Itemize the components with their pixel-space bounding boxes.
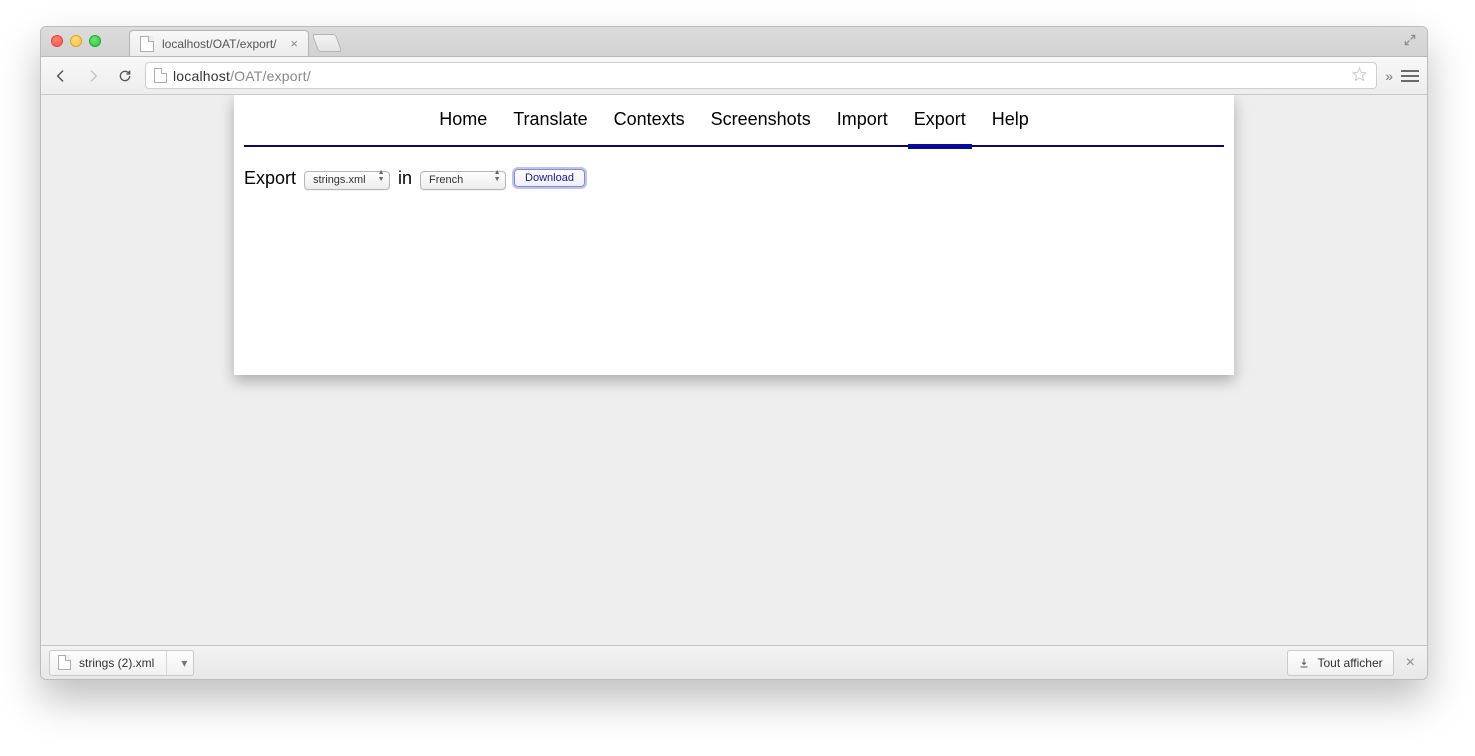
tab-strip: localhost/OAT/export/ × [41, 27, 1427, 57]
browser-tab[interactable]: localhost/OAT/export/ × [129, 30, 309, 56]
nav-item-translate[interactable]: Translate [513, 109, 587, 136]
nav-item-help[interactable]: Help [992, 109, 1029, 136]
nav-item-export[interactable]: Export [914, 109, 966, 136]
close-tab-icon[interactable]: × [290, 36, 298, 51]
back-button[interactable] [49, 64, 73, 88]
close-window-button[interactable] [51, 35, 63, 47]
nav-item-home[interactable]: Home [439, 109, 487, 136]
show-all-label: Tout afficher [1318, 656, 1383, 670]
export-label: Export [244, 168, 296, 189]
page-content: Home Translate Contexts Screenshots Import Ex… [234, 95, 1234, 375]
main-nav: Home Translate Contexts Screenshots Import Ex… [234, 95, 1234, 145]
file-select[interactable]: strings.xml [304, 171, 390, 190]
in-label: in [398, 168, 412, 189]
file-icon [58, 655, 71, 670]
download-menu-chevron-icon[interactable]: ▾ [175, 656, 193, 670]
file-icon [154, 68, 167, 83]
overflow-chevrons-icon[interactable]: » [1385, 68, 1393, 84]
close-downloads-bar-icon[interactable]: × [1402, 654, 1419, 672]
download-filename: strings (2).xml [79, 656, 154, 670]
nav-item-import[interactable]: Import [837, 109, 888, 136]
fullscreen-icon[interactable] [1403, 33, 1417, 47]
browser-toolbar: localhost/OAT/export/ » [41, 57, 1427, 95]
downloads-bar: strings (2).xml ▾ Tout afficher × [41, 645, 1427, 679]
download-item[interactable]: strings (2).xml ▾ [49, 650, 194, 676]
active-tab-underline [908, 144, 972, 149]
minimize-window-button[interactable] [70, 35, 82, 47]
bookmark-star-icon[interactable] [1351, 66, 1368, 86]
zoom-window-button[interactable] [89, 35, 101, 47]
nav-separator [244, 145, 1224, 147]
traffic-lights [51, 35, 101, 47]
nav-item-screenshots[interactable]: Screenshots [711, 109, 811, 136]
export-form: Export strings.xml ▲▼ in French ▲▼ Downl… [234, 147, 1234, 190]
reload-button[interactable] [113, 64, 137, 88]
address-bar[interactable]: localhost/OAT/export/ [145, 62, 1377, 89]
menu-hamburger-icon[interactable] [1401, 70, 1419, 82]
nav-item-contexts[interactable]: Contexts [614, 109, 685, 136]
show-all-downloads-button[interactable]: Tout afficher [1287, 650, 1394, 676]
new-tab-button[interactable] [312, 34, 343, 52]
forward-button[interactable] [81, 64, 105, 88]
download-button[interactable]: Download [514, 169, 585, 187]
url-text: localhost/OAT/export/ [173, 68, 311, 84]
page-viewport: Home Translate Contexts Screenshots Import Ex… [41, 95, 1427, 645]
tab-title: localhost/OAT/export/ [162, 37, 277, 51]
file-icon [140, 36, 154, 52]
language-select[interactable]: French [420, 171, 506, 190]
browser-window: localhost/OAT/export/ × localhost/OAT/ex… [40, 26, 1428, 680]
